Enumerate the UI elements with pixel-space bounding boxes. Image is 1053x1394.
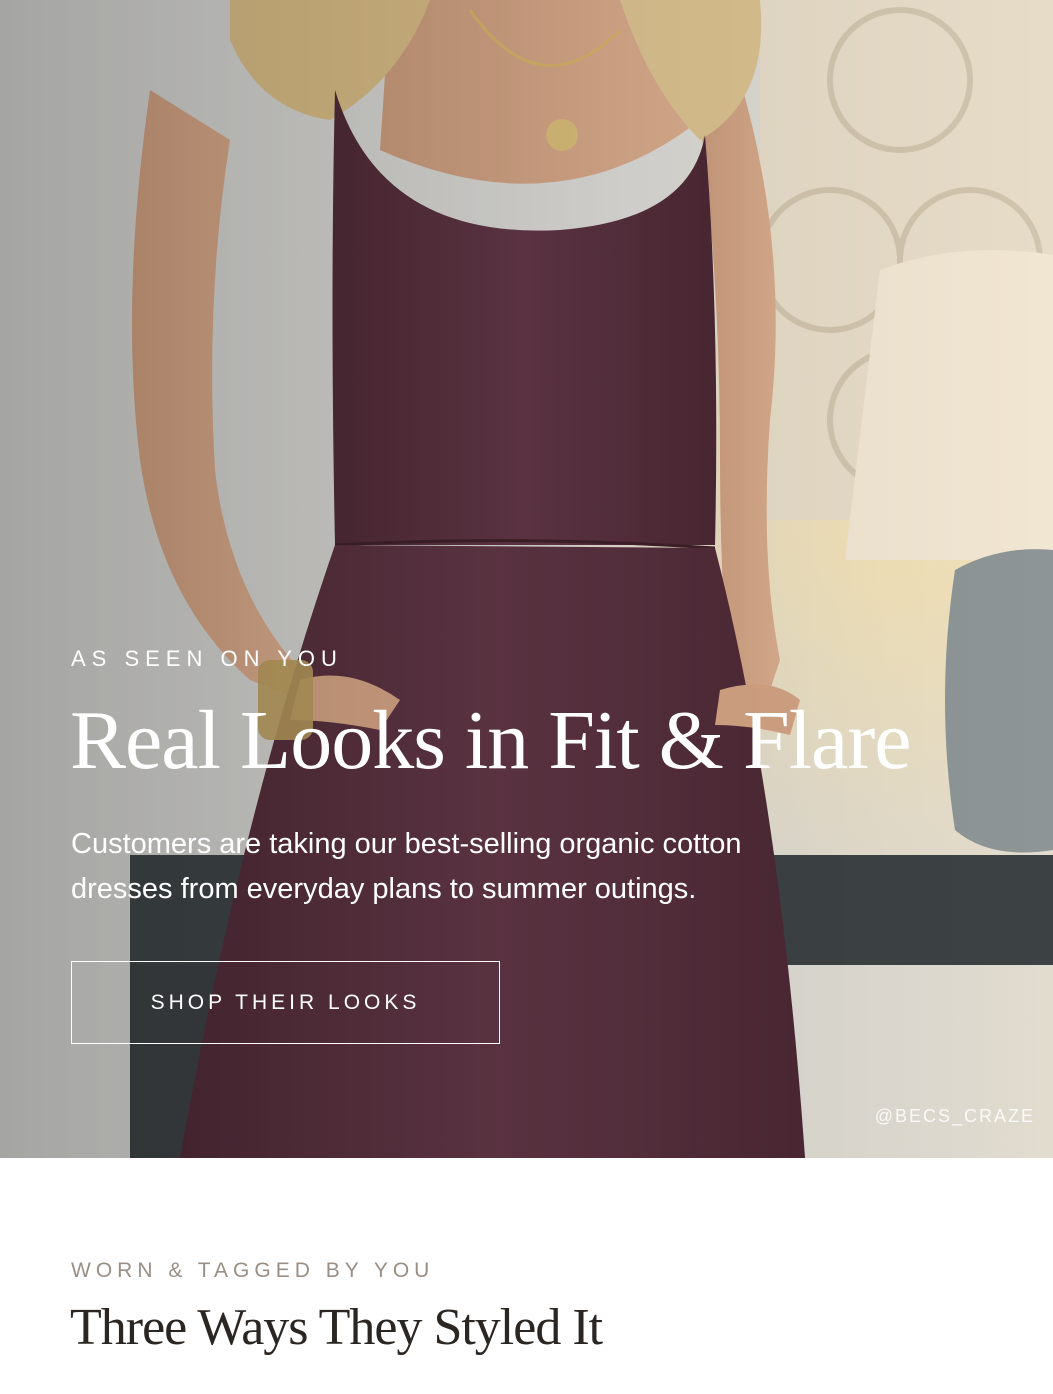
styled-looks-section: WORN & TAGGED BY YOU Three Ways They Sty… xyxy=(0,1158,1053,1394)
hero-title: Real Looks in Fit & Flare xyxy=(70,694,912,787)
shop-their-looks-button[interactable]: SHOP THEIR LOOKS xyxy=(71,961,500,1044)
hero-eyebrow: AS SEEN ON YOU xyxy=(71,646,343,671)
photo-credit: @BECS_CRAZE xyxy=(874,1106,1035,1126)
section-eyebrow: WORN & TAGGED BY YOU xyxy=(71,1259,435,1282)
section-title: Three Ways They Styled It xyxy=(70,1299,603,1356)
hero-banner: AS SEEN ON YOU Real Looks in Fit & Flare… xyxy=(0,0,1053,1158)
hero-description: Customers are taking our best-selling or… xyxy=(71,828,742,905)
